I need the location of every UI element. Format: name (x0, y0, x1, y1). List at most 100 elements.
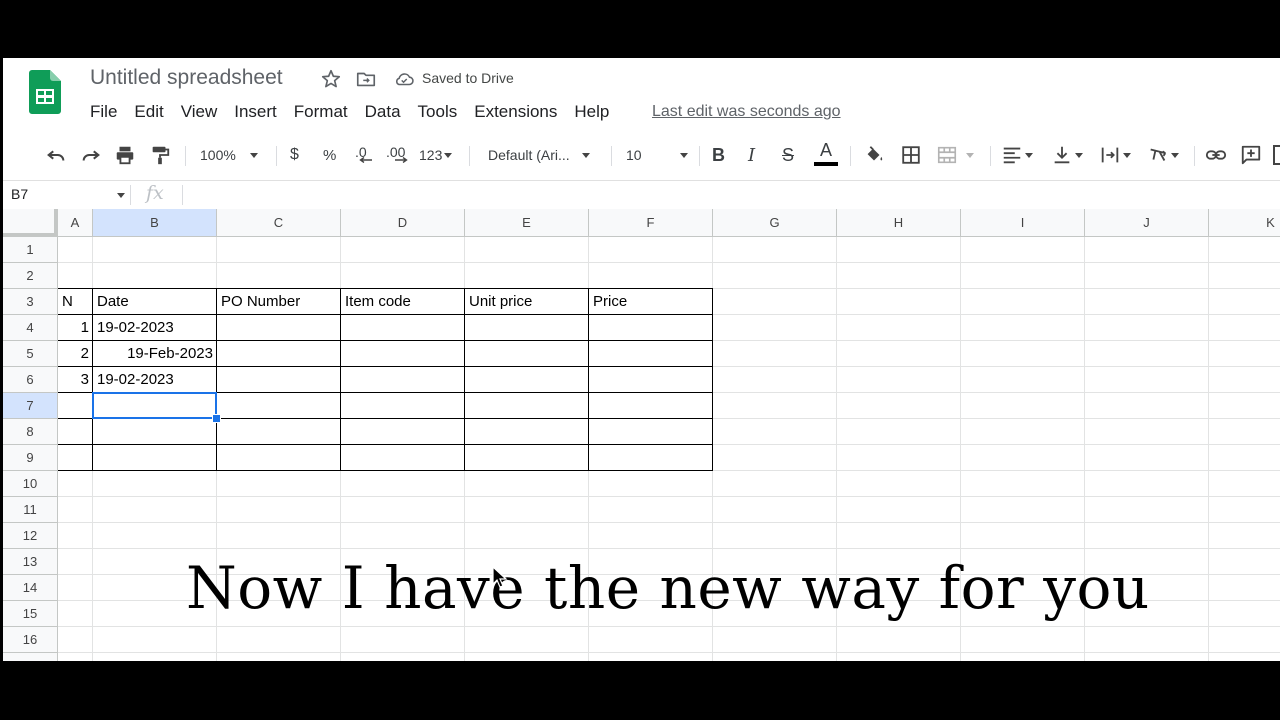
menu-extensions[interactable]: Extensions (474, 102, 557, 122)
row-header-7[interactable]: 7 (3, 393, 58, 419)
column-header-j[interactable]: J (1085, 209, 1209, 237)
increase-decimal-button[interactable]: .00 (386, 144, 408, 166)
row-header-4[interactable]: 4 (3, 315, 58, 341)
active-cell-selection[interactable] (92, 392, 217, 419)
decrease-decimal-button[interactable]: .0 (355, 144, 373, 166)
font-family-select[interactable]: Default (Ari... (488, 144, 590, 166)
name-box[interactable]: B7 (11, 186, 28, 202)
video-caption: Now I have the new way for you (186, 554, 1150, 622)
row-header-9[interactable]: 9 (3, 445, 58, 471)
chevron-down-icon[interactable] (117, 193, 125, 198)
menu-data[interactable]: Data (365, 102, 401, 122)
menu-file[interactable]: File (90, 102, 117, 122)
insert-chart-button[interactable] (1273, 144, 1280, 166)
column-header-h[interactable]: H (837, 209, 961, 237)
vertical-align-button[interactable] (1051, 144, 1083, 166)
print-icon (116, 146, 134, 165)
select-all-corner[interactable] (3, 209, 58, 237)
last-edit-link[interactable]: Last edit was seconds ago (652, 103, 841, 121)
borders-button[interactable] (900, 144, 922, 166)
menu-format[interactable]: Format (294, 102, 348, 122)
zoom-select[interactable]: 100% (200, 144, 258, 166)
strikethrough-button[interactable]: S (782, 144, 794, 166)
column-header-i[interactable]: I (961, 209, 1085, 237)
spreadsheet-app: Untitled spreadsheet Saved to Drive File… (3, 58, 1280, 661)
row-header-8[interactable]: 8 (3, 419, 58, 445)
text-wrapping-button[interactable] (1099, 144, 1131, 166)
fill-handle[interactable] (212, 414, 221, 423)
font-family-label: Default (Ari... (488, 147, 570, 163)
cell-b4[interactable]: 19-02-2023 (97, 315, 213, 341)
cell-e3[interactable]: Unit price (469, 289, 585, 315)
table-border (588, 288, 589, 471)
menu-edit[interactable]: Edit (134, 102, 163, 122)
currency-button[interactable]: $ (290, 144, 299, 166)
star-icon[interactable] (320, 68, 342, 90)
paint-format-button[interactable] (149, 144, 171, 166)
column-header-d[interactable]: D (341, 209, 465, 237)
row-header-10[interactable]: 10 (3, 471, 58, 497)
insert-link-button[interactable] (1204, 144, 1228, 166)
cell-a5[interactable]: 2 (62, 341, 89, 367)
column-header-e[interactable]: E (465, 209, 589, 237)
formula-input[interactable] (188, 181, 1268, 209)
fill-color-button[interactable] (863, 144, 885, 166)
cell-b5[interactable]: 19-Feb-2023 (97, 341, 213, 367)
text-rotation-button[interactable] (1147, 144, 1179, 166)
column-header-a[interactable]: A (58, 209, 93, 237)
print-button[interactable] (114, 144, 136, 166)
table-border (58, 444, 713, 445)
google-sheets-logo-icon[interactable] (29, 70, 61, 114)
cell-c3[interactable]: PO Number (221, 289, 337, 315)
merge-cells-button[interactable] (936, 144, 974, 166)
chevron-down-icon (1025, 152, 1033, 158)
move-to-folder-icon[interactable] (355, 68, 377, 90)
horizontal-align-button[interactable] (1001, 144, 1033, 166)
cell-a3[interactable]: N (62, 289, 89, 315)
insert-comment-button[interactable] (1240, 144, 1262, 166)
merge-cells-icon (937, 146, 957, 164)
menu-view[interactable]: View (181, 102, 218, 122)
cell-d3[interactable]: Item code (345, 289, 461, 315)
row-header-14[interactable]: 14 (3, 575, 58, 601)
document-title[interactable]: Untitled spreadsheet (90, 66, 283, 90)
row-header-13[interactable]: 13 (3, 549, 58, 575)
column-header-g[interactable]: G (713, 209, 837, 237)
bold-button[interactable]: B (712, 144, 725, 166)
text-color-button[interactable]: A (814, 140, 838, 170)
row-header-2[interactable]: 2 (3, 263, 58, 289)
font-size-select[interactable]: 10 (626, 144, 688, 166)
row-header-11[interactable]: 11 (3, 497, 58, 523)
cell-a6[interactable]: 3 (62, 367, 89, 393)
cell-a4[interactable]: 1 (62, 315, 89, 341)
menu-insert[interactable]: Insert (234, 102, 277, 122)
column-header-c[interactable]: C (217, 209, 341, 237)
comment-add-icon (1241, 145, 1261, 165)
undo-button[interactable] (45, 144, 67, 166)
cell-f3[interactable]: Price (593, 289, 709, 315)
percent-button[interactable]: % (323, 144, 336, 166)
row-header-3[interactable]: 3 (3, 289, 58, 315)
cell-b6[interactable]: 19-02-2023 (97, 367, 213, 393)
row-header-12[interactable]: 12 (3, 523, 58, 549)
row-gridline (58, 626, 1280, 627)
cloud-saved-icon (396, 73, 414, 86)
number-format-select[interactable]: 123 (419, 144, 453, 166)
column-header-b[interactable]: B (93, 209, 217, 237)
toolbar-divider (276, 146, 277, 166)
row-header-15[interactable]: 15 (3, 601, 58, 627)
chart-icon (1273, 145, 1280, 165)
row-header-5[interactable]: 5 (3, 341, 58, 367)
italic-button[interactable]: I (748, 144, 755, 166)
row-header-6[interactable]: 6 (3, 367, 58, 393)
row-header-16[interactable]: 16 (3, 627, 58, 653)
column-header-k[interactable]: K (1209, 209, 1280, 237)
row-header-17[interactable]: 17 (3, 653, 58, 661)
menu-tools[interactable]: Tools (418, 102, 458, 122)
menu-help[interactable]: Help (574, 102, 609, 122)
redo-button[interactable] (80, 144, 102, 166)
chevron-down-icon (581, 152, 590, 158)
column-header-f[interactable]: F (589, 209, 713, 237)
row-header-1[interactable]: 1 (3, 237, 58, 263)
cell-b3[interactable]: Date (97, 289, 213, 315)
